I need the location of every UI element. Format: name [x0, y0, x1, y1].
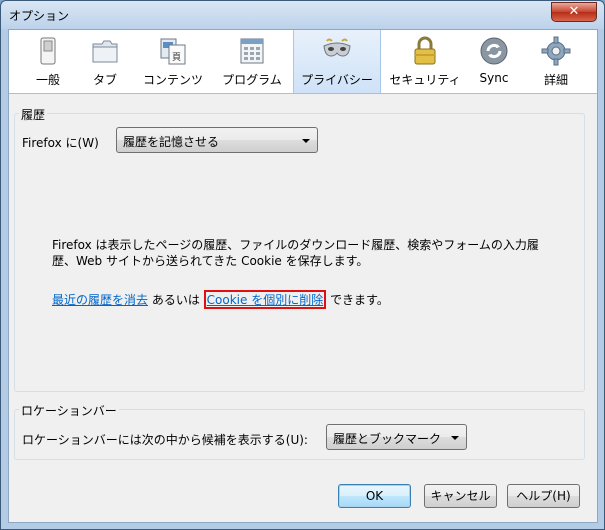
tab-security-label: セキュリティ [389, 73, 461, 87]
close-icon: ✕ [568, 4, 580, 19]
tab-advanced[interactable]: 詳細 [531, 30, 581, 93]
tail-text: できます。 [326, 293, 389, 307]
clear-recent-history-link[interactable]: 最近の履歴を消去 [52, 293, 148, 307]
history-description-line2: 歴、Web サイトから送られてきた Cookie を保存します。 [52, 254, 369, 268]
suggest-value: 履歴とブックマーク [333, 432, 442, 446]
tab-content[interactable]: 頁 コンテンツ [137, 30, 209, 93]
lock-icon [414, 36, 436, 65]
chevron-down-icon [302, 139, 310, 143]
switch-icon [40, 37, 56, 65]
suggest-label: ロケーションバーには次の中から候補を表示する(U): [22, 433, 308, 447]
svg-text:頁: 頁 [172, 52, 181, 63]
dialog-client: 一般 タブ 頁 コンテンツ プログラム プライバシー セキュリティ Sync 詳… [8, 29, 598, 523]
history-description-line1: Firefox は表示したページの履歴、ファイルのダウンロード履歴、検索やフォー… [52, 238, 539, 252]
close-button[interactable]: ✕ [551, 2, 597, 22]
tab-sync-label: Sync [479, 71, 509, 85]
chevron-down-icon [451, 436, 459, 440]
tab-general-label: 一般 [35, 73, 60, 87]
history-mode-select[interactable]: 履歴を記憶させる [116, 127, 318, 153]
history-group-title: 履歴 [19, 106, 48, 123]
tab-tabs[interactable]: タブ [75, 30, 135, 93]
tab-privacy-label: プライバシー [301, 73, 373, 87]
remove-cookies-highlight: Cookie を個別に削除 [203, 290, 327, 309]
history-mode-value: 履歴を記憶させる [123, 135, 220, 149]
tab-privacy[interactable]: プライバシー [293, 30, 381, 93]
tab-advanced-label: 詳細 [543, 73, 568, 87]
or-text: あるいは [148, 293, 204, 307]
firefox-history-label: Firefox に(W) [22, 136, 99, 150]
gear-icon [541, 36, 571, 66]
content-page-icon: 頁 [160, 38, 186, 65]
tab-general[interactable]: 一般 [23, 30, 73, 93]
tab-content-label: コンテンツ [142, 73, 203, 87]
tab-security[interactable]: セキュリティ [385, 30, 465, 93]
cancel-button[interactable]: キャンセル [424, 484, 497, 508]
applications-icon [240, 38, 264, 64]
remove-individual-cookies-link[interactable]: Cookie を個別に削除 [207, 293, 324, 307]
tab-applications[interactable]: プログラム [211, 30, 293, 93]
tab-sync[interactable]: Sync [469, 30, 519, 93]
help-button[interactable]: ヘルプ(H) [507, 484, 580, 508]
tab-tabs-label: タブ [92, 73, 117, 87]
tab-folder-icon [92, 40, 118, 63]
options-window: オプション ✕ 一般 タブ 頁 コンテンツ プログラム プライバシー セキュリテ… [0, 0, 605, 530]
history-links-row: 最近の履歴を消去 あるいは Cookie を個別に削除 できます。 [52, 290, 389, 309]
title-bar[interactable]: オプション ✕ [1, 1, 604, 29]
ok-button[interactable]: OK [338, 484, 411, 508]
privacy-mask-icon [323, 38, 351, 57]
sync-icon [480, 37, 508, 65]
locationbar-group-title: ロケーションバー [19, 402, 119, 419]
pane-toolbar: 一般 タブ 頁 コンテンツ プログラム プライバシー セキュリティ Sync 詳… [9, 30, 597, 94]
window-title: オプション [9, 9, 70, 23]
tab-applications-label: プログラム [222, 73, 282, 87]
suggest-select[interactable]: 履歴とブックマーク [326, 424, 467, 450]
